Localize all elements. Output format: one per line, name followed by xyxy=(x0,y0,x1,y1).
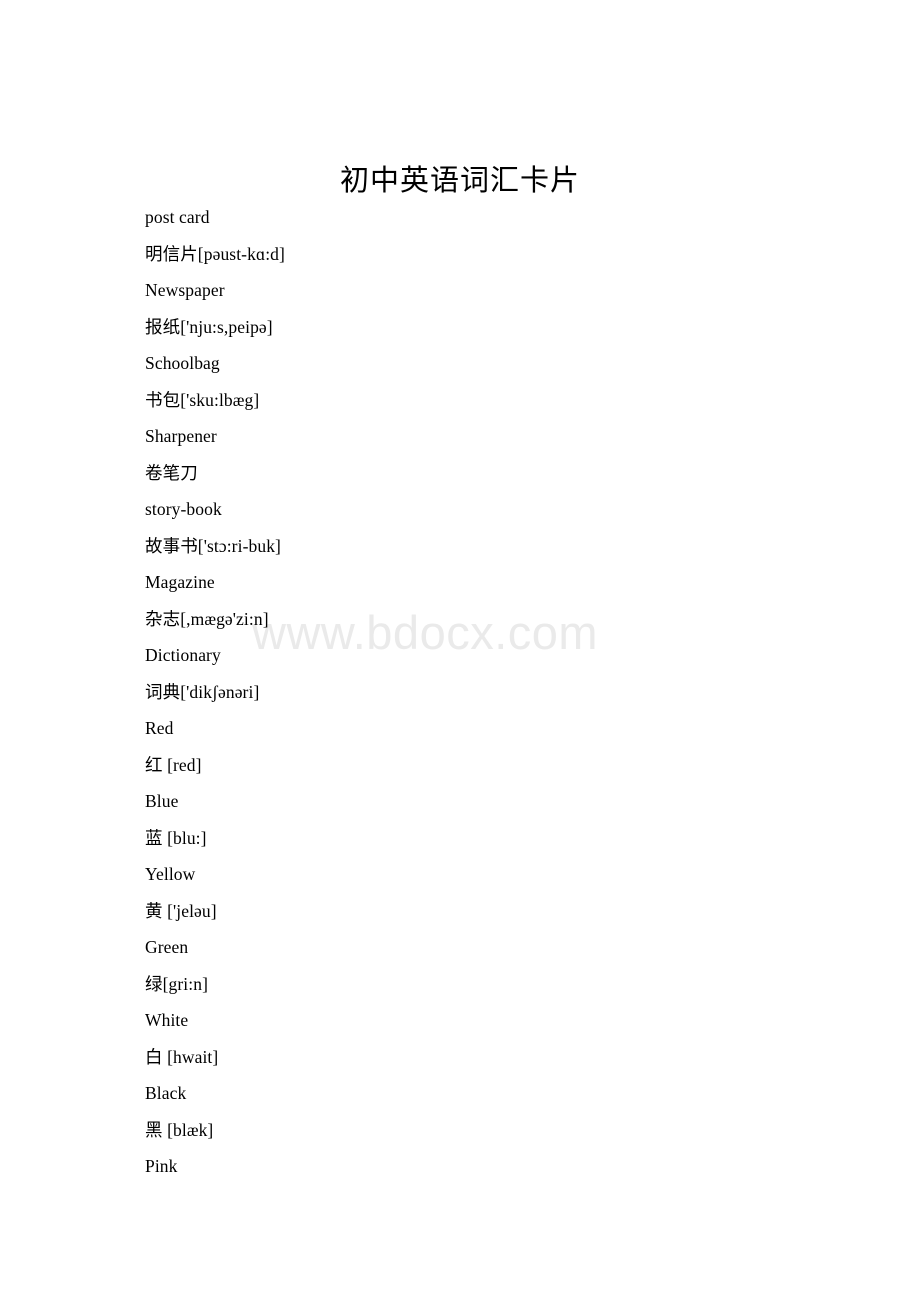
list-item: 书包['sku:lbæg] xyxy=(145,389,260,410)
list-item: Schoolbag xyxy=(145,353,220,373)
list-item: 绿[gri:n] xyxy=(145,973,209,994)
list-item: Green xyxy=(145,937,189,957)
page-title: 初中英语词汇卡片 xyxy=(339,165,580,198)
list-item: Newspaper xyxy=(145,280,225,300)
list-item: White xyxy=(145,1010,189,1030)
list-item: 黑 [blæk] xyxy=(145,1119,214,1140)
list-item: Magazine xyxy=(145,572,215,592)
document-page: www.bdocx.com 初中英语词汇卡片 post card 明信片[pəu… xyxy=(0,0,920,1302)
list-item: 报纸['nju:s,peipə] xyxy=(145,316,273,337)
vocabulary-line-list: post card 明信片[pəust-kɑ:d] Newspaper 报纸['… xyxy=(145,199,845,1185)
list-item: 词典['dikʃənəri] xyxy=(145,681,260,702)
list-item: post card xyxy=(145,207,210,227)
list-item: Black xyxy=(145,1083,187,1103)
list-item: Sharpener xyxy=(145,426,217,446)
list-item: 黄 ['jeləu] xyxy=(145,900,217,921)
list-item: Red xyxy=(145,718,174,738)
list-item: 蓝 [blu:] xyxy=(145,827,207,848)
list-item: 卷笔刀 xyxy=(145,462,198,483)
list-item: 故事书['stɔ:ri-buk] xyxy=(145,535,281,556)
list-item: 明信片[pəust-kɑ:d] xyxy=(145,243,285,264)
list-item: Yellow xyxy=(145,864,196,884)
list-item: story-book xyxy=(145,499,222,519)
list-item: 红 [red] xyxy=(145,754,202,775)
list-item: Pink xyxy=(145,1156,178,1176)
list-item: Blue xyxy=(145,791,179,811)
list-item: 白 [hwait] xyxy=(145,1046,219,1067)
list-item: Dictionary xyxy=(145,645,221,665)
list-item: 杂志[,mægə'zi:n] xyxy=(145,608,269,629)
